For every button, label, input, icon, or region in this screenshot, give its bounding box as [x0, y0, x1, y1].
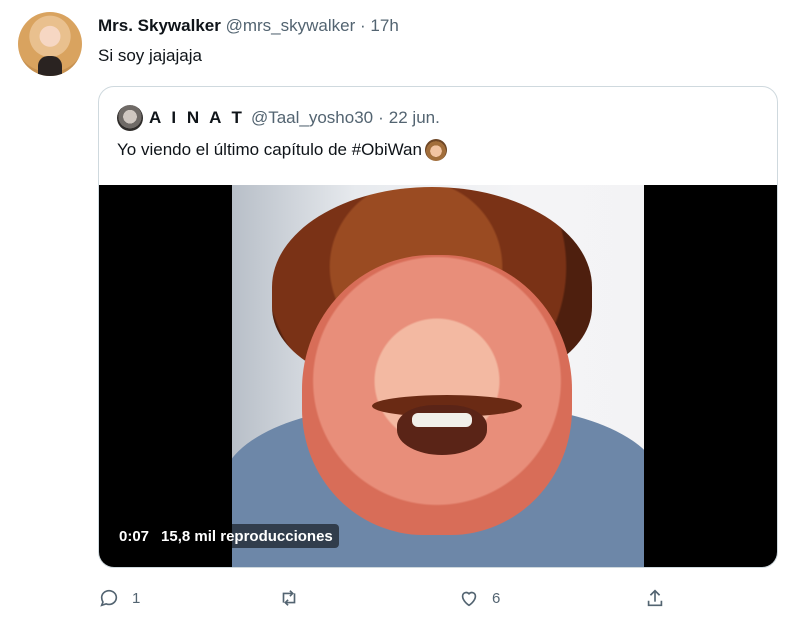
reply-button[interactable]: 1 [98, 584, 140, 612]
quoted-tweet-date[interactable]: 22 jun. [389, 108, 440, 128]
share-button[interactable] [644, 584, 666, 612]
tweet-header: Mrs. Skywalker @mrs_skywalker · 17h [98, 16, 399, 36]
retweet-icon [282, 590, 296, 606]
quoted-author-name[interactable]: A I N A T [149, 108, 245, 128]
avatar-figure [38, 56, 62, 76]
like-button[interactable]: 6 [458, 584, 500, 612]
reply-icon [100, 589, 118, 607]
reply-count: 1 [132, 589, 141, 607]
quoted-tweet[interactable]: A I N A T @Taal_yosho30 · 22 jun. Yo vie… [98, 86, 778, 568]
author-handle[interactable]: @mrs_skywalker [226, 16, 356, 35]
retweet-button[interactable] [278, 584, 312, 612]
quoted-tweet-header: A I N A T @Taal_yosho30 · 22 jun. [117, 105, 440, 131]
video-player[interactable]: 0:07 15,8 mil reproducciones [99, 185, 777, 567]
author-name[interactable]: Mrs. Skywalker [98, 16, 221, 35]
tweet-actions: 1 6 [98, 584, 698, 612]
share-icon [647, 589, 663, 607]
quoted-author-handle[interactable]: @Taal_yosho30 [251, 108, 373, 128]
video-duration: 0:07 [119, 527, 150, 545]
video-views: 15,8 mil reproducciones [161, 527, 333, 545]
video-frame [232, 185, 644, 567]
header-separator: · [360, 16, 366, 35]
author-avatar[interactable] [18, 12, 82, 76]
like-icon [461, 591, 477, 607]
crying-face-icon [424, 139, 447, 161]
like-count: 6 [492, 589, 501, 607]
quoted-author-avatar[interactable] [117, 105, 143, 131]
tweet-text: Si soy jajajaja [98, 46, 202, 65]
video-info-overlay: 0:07 15,8 mil reproducciones [113, 524, 339, 548]
video-teeth [412, 413, 472, 427]
quoted-tweet-text: Yo viendo el último capítulo de #ObiWan [117, 140, 422, 159]
tweet: Mrs. Skywalker @mrs_skywalker · 17h Si s… [0, 0, 804, 620]
tweet-time[interactable]: 17h [370, 16, 398, 35]
quoted-tweet-text-row: Yo viendo el último capítulo de #ObiWan [117, 139, 447, 161]
quoted-header-separator: · [378, 108, 384, 127]
